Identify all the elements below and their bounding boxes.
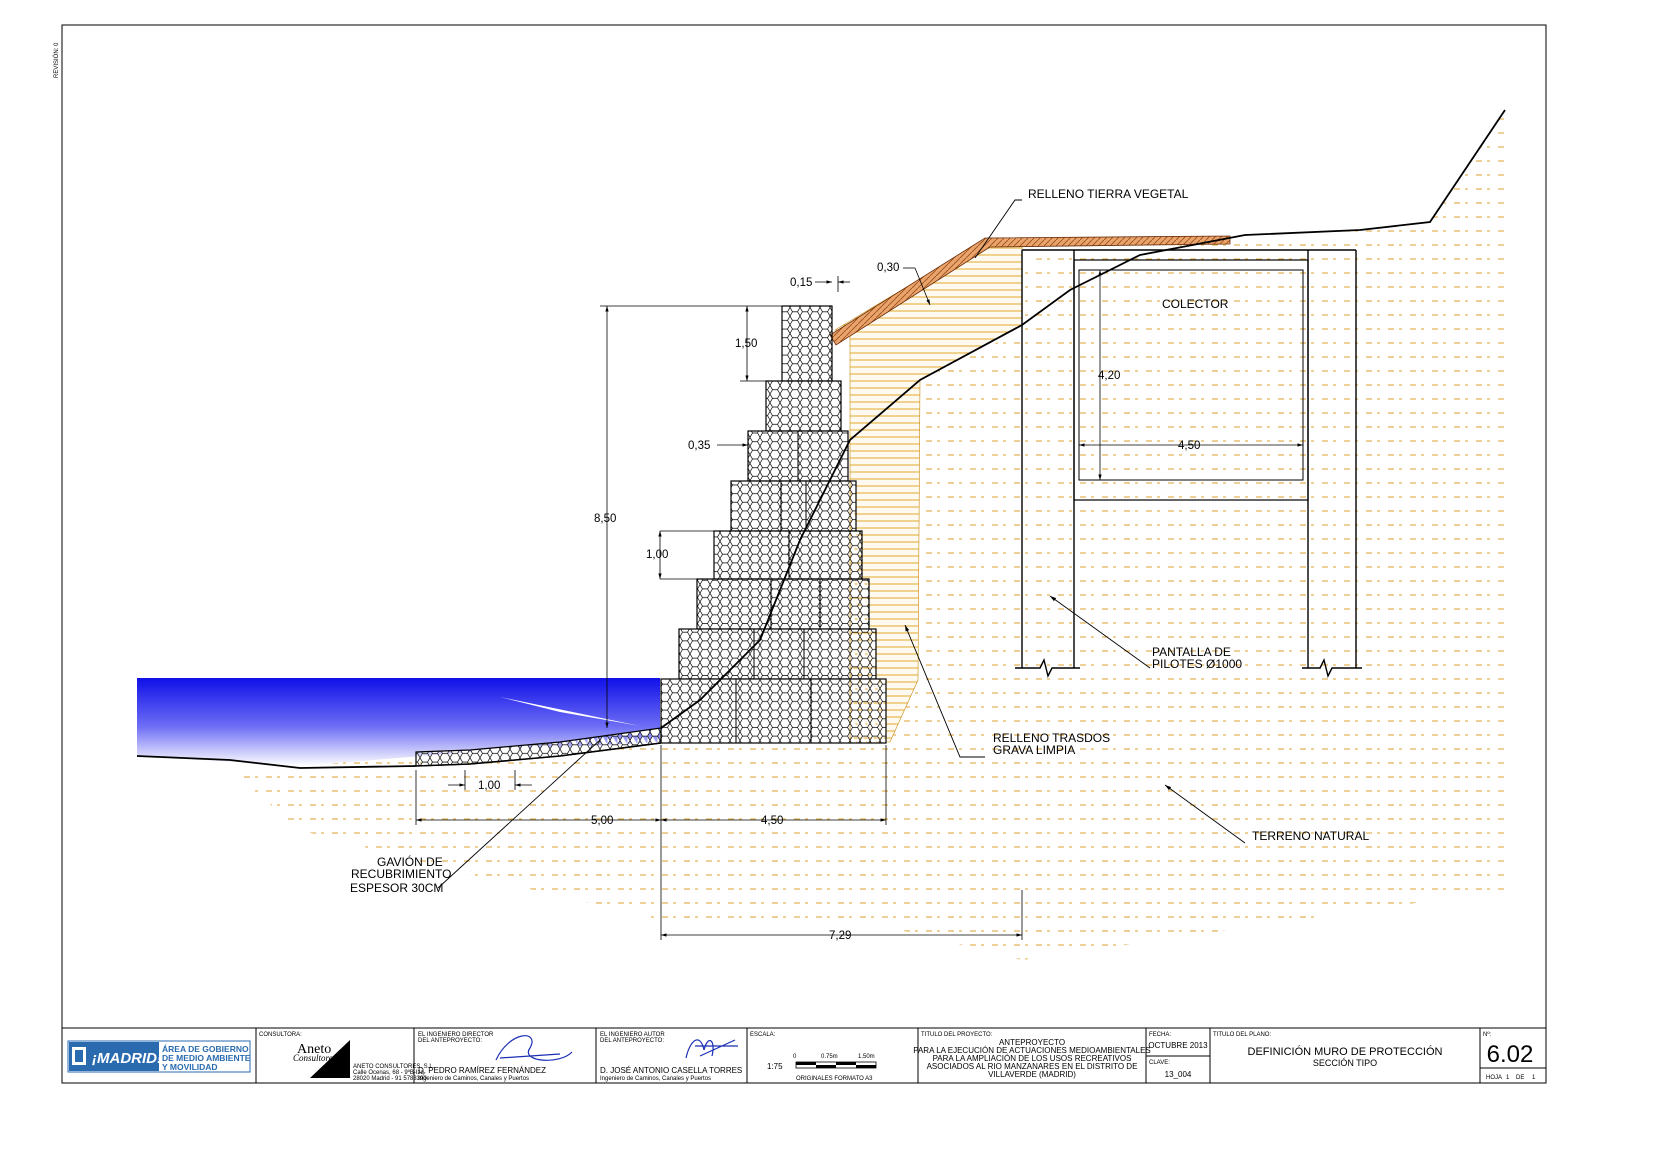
dim-100-wall: 1,00	[646, 549, 668, 561]
escala-end: 1.50m	[858, 1054, 875, 1060]
dim-450-base: 4,50	[761, 815, 783, 827]
dim-035: 0,35	[688, 440, 710, 452]
label-pantalla-2: PILOTES Ø1000	[1152, 657, 1242, 671]
escala-mid: 0.75m	[821, 1054, 838, 1060]
hoja-label: HOJA	[1486, 1075, 1502, 1081]
escala-value: 1:75	[767, 1062, 783, 1071]
director-name: D. PEDRO RAMÍREZ FERNÁNDEZ	[418, 1066, 546, 1075]
dim-100-base: 1,00	[478, 780, 500, 792]
label-colector: COLECTOR	[1162, 297, 1229, 311]
revision-text: REVISIÓN: 0	[53, 42, 60, 78]
autor-name: D. JOSÉ ANTONIO CASELLA TORRES	[600, 1066, 742, 1075]
label-gavion-2: RECUBRIMIENTO	[351, 867, 451, 881]
consultora-label: CONSULTORA:	[259, 1032, 302, 1038]
title-block: ¡MADRID! ÁREA DE GOBIERNO DE MEDIO AMBIE…	[61, 1027, 1547, 1084]
originales-text: ORIGINALES FORMATO A3	[796, 1076, 873, 1082]
label-relleno-tierra-vegetal: RELLENO TIERRA VEGETAL	[1028, 187, 1189, 201]
dim-729: 7,29	[829, 930, 851, 942]
fecha-value: OCTUBRE 2013	[1148, 1041, 1208, 1050]
dim-500: 5,00	[591, 815, 613, 827]
escala-label: ESCALA:	[750, 1032, 776, 1038]
dim-030: 0,30	[877, 262, 899, 274]
numero-label: Nº:	[1483, 1031, 1492, 1038]
plano-line1: DEFINICIÓN MURO DE PROTECCIÓN	[1248, 1045, 1443, 1058]
label-relleno-trasdos-2: GRAVA LIMPIA	[993, 743, 1075, 757]
drawing-canvas: REVISIÓN: 0 RELLENO TIERRA VEGETAL COLEC…	[53, 24, 1547, 1084]
director-label2: DEL ANTEPROYECTO:	[418, 1038, 482, 1044]
madrid-logo-text: ¡MADRID!	[92, 1050, 162, 1067]
consultora-addr3: 28020 Madrid - 91 5783390	[353, 1076, 427, 1082]
titulo-plano-label: TITULO DEL PLANO:	[1213, 1032, 1271, 1038]
clave-label: CLAVE:	[1149, 1060, 1170, 1066]
dim-420: 4,20	[1098, 370, 1120, 382]
autor-title: Ingeniero de Caminos, Canales y Puertos	[600, 1076, 711, 1082]
label-gavion-3: ESPESOR 30CM	[350, 881, 443, 895]
titulo-proyecto-label: TITULO DEL PROYECTO:	[921, 1032, 993, 1038]
dim-450-colector: 4,50	[1178, 440, 1200, 452]
area-line3: Y MOVILIDAD	[162, 1062, 218, 1072]
director-title: Ingeniero de Caminos, Canales y Puertos	[418, 1076, 529, 1082]
fecha-label: FECHA:	[1149, 1032, 1171, 1038]
clave-value: 13_004	[1165, 1070, 1192, 1079]
proyecto-line5: VILLAVERDE (MADRID)	[988, 1070, 1076, 1079]
dim-150: 1,50	[735, 338, 757, 350]
de-label: DE	[1516, 1075, 1524, 1081]
label-terreno-natural: TERRENO NATURAL	[1252, 829, 1369, 843]
plano-line2: SECCIÓN TIPO	[1313, 1058, 1377, 1068]
dim-850: 8,50	[594, 513, 616, 525]
numero-value: 6.02	[1487, 1041, 1534, 1068]
consultora-addr2: Calle Ocenas, 68 - 9ºB-Izq.	[353, 1069, 426, 1076]
dim-015: 0,15	[790, 277, 812, 289]
autor-label2: DEL ANTEPROYECTO:	[600, 1038, 664, 1044]
